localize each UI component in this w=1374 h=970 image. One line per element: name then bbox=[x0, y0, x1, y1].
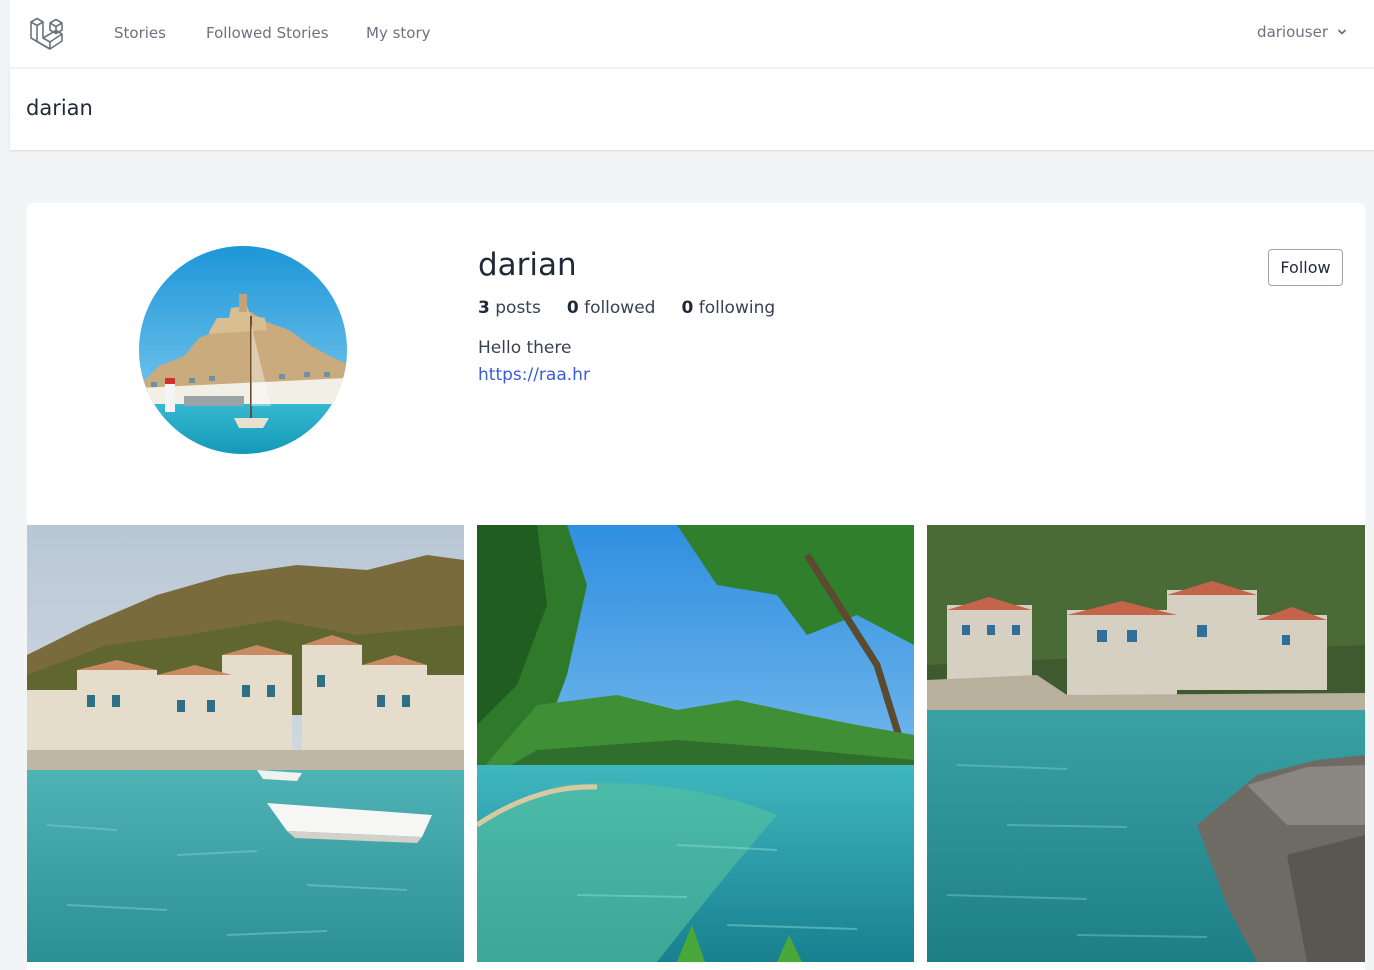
chevron-down-icon bbox=[1338, 29, 1346, 35]
app: Stories Followed Stories My story dariou… bbox=[10, 0, 1374, 970]
nav-link-my-story[interactable]: My story bbox=[366, 24, 431, 42]
top-nav: Stories Followed Stories My story dariou… bbox=[10, 0, 1374, 68]
laravel-logo-icon[interactable] bbox=[28, 14, 68, 52]
nav-link-stories[interactable]: Stories bbox=[114, 24, 166, 42]
profile-website-link[interactable]: https://raa.hr bbox=[478, 365, 590, 385]
post-thumbnail[interactable] bbox=[477, 525, 914, 962]
page-header: darian bbox=[10, 69, 1374, 150]
stat-following: 0 following bbox=[681, 298, 776, 318]
profile-card: darian 3 posts 0 followed 0 following He… bbox=[27, 203, 1365, 970]
user-name: dariouser bbox=[1257, 23, 1328, 41]
profile-stats: 3 posts 0 followed 0 following bbox=[478, 298, 775, 318]
post-thumbnail[interactable] bbox=[27, 525, 464, 962]
profile-bio: Hello there bbox=[478, 338, 572, 358]
profile-name: darian bbox=[478, 247, 577, 283]
user-menu-dropdown[interactable]: dariouser bbox=[1257, 23, 1348, 41]
nav-link-followed-stories[interactable]: Followed Stories bbox=[206, 24, 329, 42]
stat-followed: 0 followed bbox=[566, 298, 656, 318]
post-thumbnail[interactable] bbox=[927, 525, 1365, 962]
stat-posts: 3 posts bbox=[478, 298, 541, 318]
avatar bbox=[139, 246, 347, 454]
page-title: darian bbox=[26, 96, 93, 120]
follow-button[interactable]: Follow bbox=[1268, 249, 1343, 286]
